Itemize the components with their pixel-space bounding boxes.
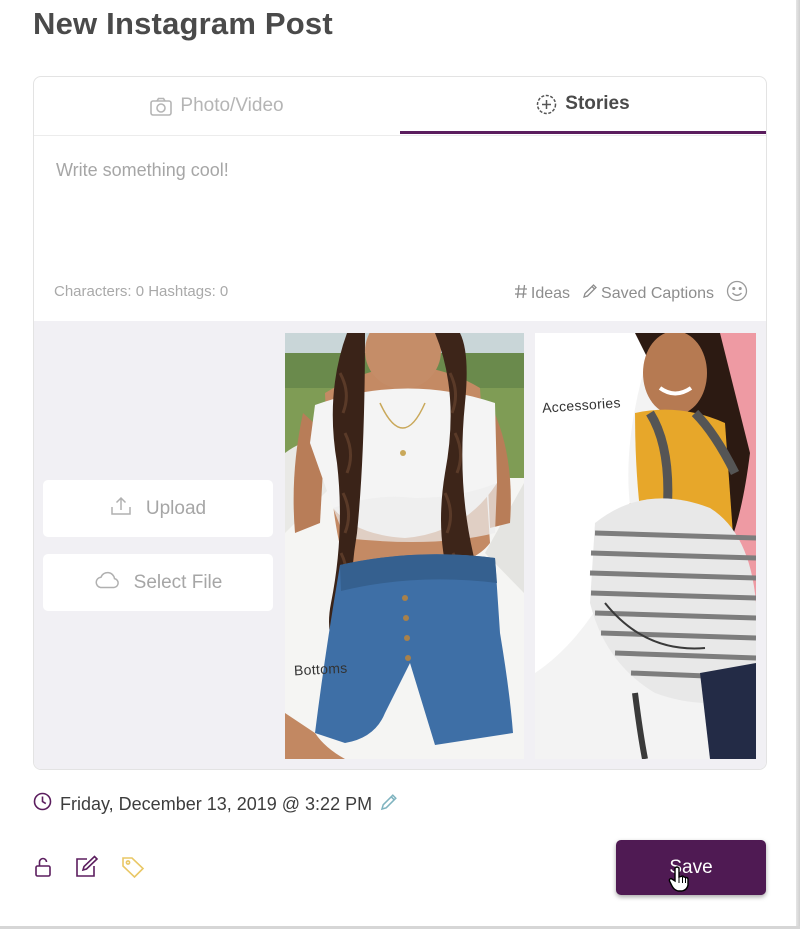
select-file-button[interactable]: Select File: [43, 554, 273, 611]
upload-label: Upload: [145, 497, 207, 519]
hashtag-icon: [514, 284, 528, 304]
tab-photo-video-label: Photo/Video: [180, 95, 284, 116]
schedule-text: Friday, December 13, 2019 @ 3:22 PM: [60, 793, 373, 814]
tab-stories[interactable]: Stories: [400, 77, 766, 134]
caption-area: Characters: 0 Hashtags: 0 Ideas Saved Ca…: [34, 136, 766, 321]
post-type-tabs: Photo/Video Stories: [34, 77, 766, 136]
clock-icon: [33, 792, 52, 816]
caption-input[interactable]: [54, 158, 748, 262]
emoji-icon[interactable]: [726, 280, 748, 307]
tab-stories-label: Stories: [565, 93, 630, 114]
story-photo-bottoms: [285, 333, 524, 759]
tab-photo-video[interactable]: Photo/Video: [34, 77, 400, 135]
pencil-icon: [582, 283, 598, 304]
footer-actions: [33, 855, 145, 884]
post-composer-card: Photo/Video Stories Characters: 0 Hashta…: [33, 76, 767, 770]
plus-circle-icon: [536, 94, 557, 115]
cloud-icon: [94, 571, 120, 595]
edit-schedule-pencil-icon[interactable]: [380, 793, 398, 816]
caption-tools: Ideas Saved Captions: [514, 280, 748, 307]
upload-button[interactable]: Upload: [43, 480, 273, 537]
media-area: Upload Select File Bottoms Accessories: [34, 321, 766, 769]
tag-icon[interactable]: [121, 855, 145, 884]
hand-cursor-icon: [668, 866, 690, 897]
character-hashtag-counter: Characters: 0 Hashtags: 0: [54, 283, 229, 300]
story-image-accessories[interactable]: Accessories: [535, 333, 756, 759]
schedule-datetime[interactable]: Friday, December 13, 2019 @ 3:22 PM: [33, 792, 398, 816]
story-image-bottoms[interactable]: Bottoms: [285, 333, 524, 759]
ideas-button[interactable]: Ideas: [514, 284, 570, 304]
saved-captions-label: Saved Captions: [601, 284, 714, 302]
ideas-label: Ideas: [530, 284, 571, 302]
lock-open-icon[interactable]: [33, 856, 53, 883]
save-button[interactable]: Save: [616, 840, 766, 895]
camera-icon: [150, 97, 173, 116]
page-title: New Instagram Post: [33, 6, 333, 41]
select-file-label: Select File: [133, 571, 223, 593]
story-label-bottoms: Bottoms: [293, 659, 348, 679]
edit-post-icon[interactable]: [74, 855, 100, 884]
window-edge: [796, 0, 800, 929]
saved-captions-button[interactable]: Saved Captions: [582, 283, 714, 304]
upload-icon: [110, 496, 132, 522]
